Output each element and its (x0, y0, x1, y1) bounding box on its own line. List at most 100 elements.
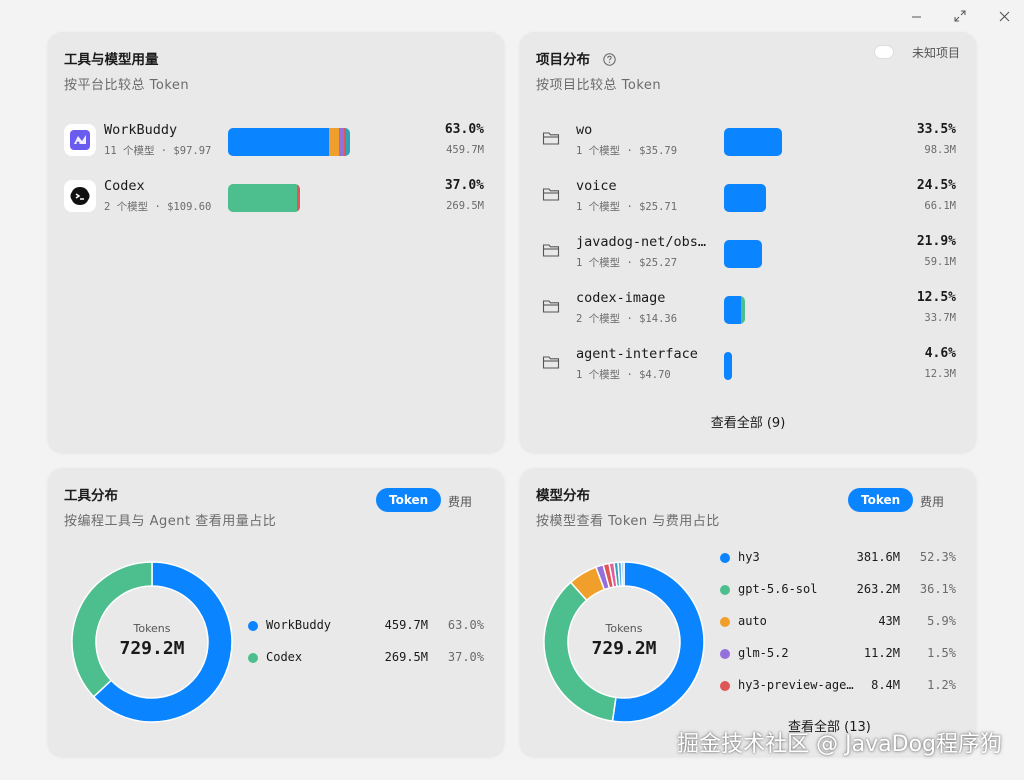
project-row[interactable]: voice 1 个模型 · $25.71 24.5% 66.1M (536, 176, 960, 216)
workbuddy-logo-icon (64, 124, 96, 156)
project-row[interactable]: agent-interface 1 个模型 · $4.70 4.6% 12.3M (536, 344, 960, 384)
project-row[interactable]: codex-image 2 个模型 · $14.36 12.5% 33.7M (536, 288, 960, 328)
project-name: codex-image (576, 290, 666, 306)
view-all-projects-link[interactable]: 查看全部 (9) (520, 412, 976, 431)
project-row[interactable]: wo 1 个模型 · $35.79 33.5% 98.3M (536, 120, 960, 160)
bar-segment (724, 352, 733, 380)
project-meta: 1 个模型 · $25.27 (576, 257, 678, 269)
platform-meta: 2 个模型 · $109.60 (104, 201, 212, 213)
help-circle-icon[interactable] (603, 53, 616, 70)
bar-segment (740, 296, 746, 324)
platform-bar (228, 128, 350, 156)
legend-value: 269.5M (384, 650, 428, 664)
card-title: 工具分布 (64, 488, 118, 504)
project-name: wo (576, 122, 593, 138)
legend-value: 8.4M (871, 678, 900, 692)
platform-bar (228, 184, 300, 212)
platform-usage-card: 工具与模型用量 按平台比较总 Token WorkBuddy 11 个模型 · … (48, 32, 504, 452)
project-bar (724, 352, 733, 380)
tool-distribution-card: 工具分布 Token 费用 按编程工具与 Agent 查看用量占比 Tokens… (48, 468, 504, 756)
card-title: 项目分布 (536, 48, 616, 70)
legend-dot (720, 617, 730, 627)
legend-item: hy3 381.6M 52.3% (720, 548, 960, 568)
card-title: 工具与模型用量 (64, 52, 159, 68)
project-meta: 1 个模型 · $35.79 (576, 145, 678, 157)
folder-icon (542, 188, 560, 201)
bar-segment (228, 184, 297, 212)
donut-center-value: 729.2M (119, 638, 185, 659)
card-subtitle: 按平台比较总 Token (64, 78, 190, 93)
legend-name: glm-5.2 (738, 646, 789, 660)
project-row[interactable]: javadog-net/obsidian 1 个模型 · $25.27 21.9… (536, 232, 960, 272)
platform-tokens: 269.5M (446, 200, 484, 212)
folder-icon (542, 244, 560, 257)
donut-center-label: Tokens (133, 622, 171, 635)
project-tokens: 59.1M (924, 256, 956, 268)
donut-slice[interactable] (620, 561, 625, 587)
codex-logo-icon (64, 180, 96, 212)
legend-dot (720, 649, 730, 659)
folder-icon (542, 356, 560, 369)
platform-pct: 63.0% (444, 122, 484, 137)
cost-tab[interactable]: 费用 (448, 493, 472, 510)
close-icon[interactable] (994, 6, 1014, 26)
legend-name: gpt-5.6-sol (738, 582, 818, 596)
donut-center-value: 729.2M (591, 638, 657, 659)
project-bar (724, 184, 767, 212)
platform-row[interactable]: WorkBuddy 11 个模型 · $97.97 63.0% 459.7M (64, 120, 488, 160)
legend-name: WorkBuddy (266, 618, 332, 632)
project-pct: 12.5% (916, 290, 956, 305)
bar-segment (724, 128, 782, 156)
legend-item: gpt-5.6-sol 263.2M 36.1% (720, 580, 960, 600)
project-pct: 4.6% (924, 346, 956, 361)
bar-segment (724, 184, 767, 212)
project-tokens: 66.1M (924, 200, 956, 212)
folder-icon (542, 300, 560, 313)
legend-value: 459.7M (384, 618, 428, 632)
token-tab[interactable]: Token (848, 488, 914, 512)
platform-row[interactable]: Codex 2 个模型 · $109.60 37.0% 269.5M (64, 176, 488, 216)
legend-item: glm-5.2 11.2M 1.5% (720, 644, 960, 664)
platform-name: WorkBuddy (104, 122, 178, 138)
minimize-icon[interactable] (906, 6, 926, 26)
window-controls (906, 6, 1014, 26)
platform-tokens: 459.7M (446, 144, 484, 156)
token-tab[interactable]: Token (376, 488, 442, 512)
project-pct: 21.9% (916, 234, 956, 249)
legend-pct: 52.3% (919, 550, 956, 564)
legend-item: auto 43M 5.9% (720, 612, 960, 632)
project-pct: 33.5% (916, 122, 956, 137)
legend-dot (720, 681, 730, 691)
legend-item: Codex 269.5M 37.0% (248, 648, 488, 668)
bar-segment (296, 184, 300, 212)
legend-dot (720, 585, 730, 595)
legend-dot (248, 621, 258, 631)
project-name: voice (576, 178, 617, 194)
project-tokens: 33.7M (924, 312, 956, 324)
project-distribution-card: 项目分布 未知项目 按项目比较总 Token wo 1 个模型 · $35.79… (520, 32, 976, 452)
unknown-project-toggle[interactable] (874, 45, 894, 59)
legend-name: Codex (266, 650, 303, 664)
legend-value: 11.2M (863, 646, 900, 660)
bar-segment (724, 240, 762, 268)
project-tokens: 12.3M (924, 368, 956, 380)
legend-name: hy3-preview-agent (738, 678, 856, 692)
legend-item: hy3-preview-agent 8.4M 1.2% (720, 676, 960, 696)
cost-tab[interactable]: 费用 (920, 493, 944, 510)
platform-pct: 37.0% (444, 178, 484, 193)
legend-pct: 63.0% (447, 618, 484, 632)
legend-dot (248, 653, 258, 663)
model-distribution-card: 模型分布 Token 费用 按模型查看 Token 与费用占比 Tokens 7… (520, 468, 976, 756)
project-meta: 1 个模型 · $25.71 (576, 201, 678, 213)
legend-pct: 1.2% (927, 678, 956, 692)
unknown-project-label: 未知项目 (912, 46, 961, 60)
maximize-icon[interactable] (950, 6, 970, 26)
legend-pct: 37.0% (447, 650, 484, 664)
legend-pct: 36.1% (919, 582, 956, 596)
legend-pct: 5.9% (927, 614, 956, 628)
card-subtitle: 按模型查看 Token 与费用占比 (536, 514, 720, 529)
project-meta: 1 个模型 · $4.70 (576, 369, 671, 381)
platform-meta: 11 个模型 · $97.97 (104, 145, 212, 157)
project-tokens: 98.3M (924, 144, 956, 156)
bar-segment (724, 296, 741, 324)
